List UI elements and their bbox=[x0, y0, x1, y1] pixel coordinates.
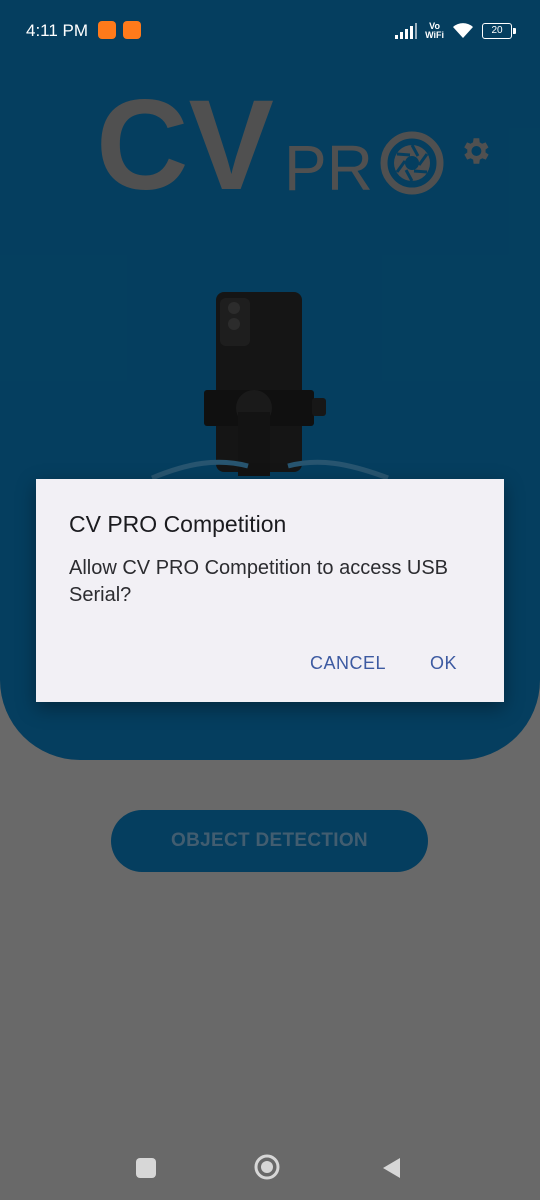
usb-permission-dialog: CV PRO Competition Allow CV PRO Competit… bbox=[36, 479, 504, 702]
wifi-icon bbox=[453, 23, 473, 38]
signal-icon bbox=[395, 23, 418, 39]
back-icon[interactable] bbox=[380, 1156, 402, 1180]
cancel-button[interactable]: CANCEL bbox=[302, 647, 394, 680]
recent-apps-icon[interactable] bbox=[136, 1158, 156, 1178]
dialog-message: Allow CV PRO Competition to access USB S… bbox=[69, 557, 449, 606]
status-time: 4:11 PM bbox=[26, 21, 89, 40]
wifi-label: WiFi bbox=[425, 30, 444, 40]
video-call-notification-icon bbox=[123, 21, 141, 39]
navigation-bar bbox=[0, 1130, 540, 1200]
video-call-notification-icon bbox=[98, 21, 116, 39]
battery-level: 20 bbox=[491, 25, 503, 36]
battery-icon: 20 bbox=[482, 23, 516, 39]
ok-button[interactable]: OK bbox=[422, 647, 465, 680]
status-bar: 4:11 PM Vo WiFi 20 bbox=[0, 0, 540, 48]
status-icons: Vo WiFi 20 bbox=[395, 20, 516, 42]
volte-wifi-indicator: Vo WiFi bbox=[425, 22, 444, 40]
home-icon[interactable] bbox=[254, 1154, 280, 1180]
dialog-title: CV PRO Competition bbox=[69, 511, 287, 537]
